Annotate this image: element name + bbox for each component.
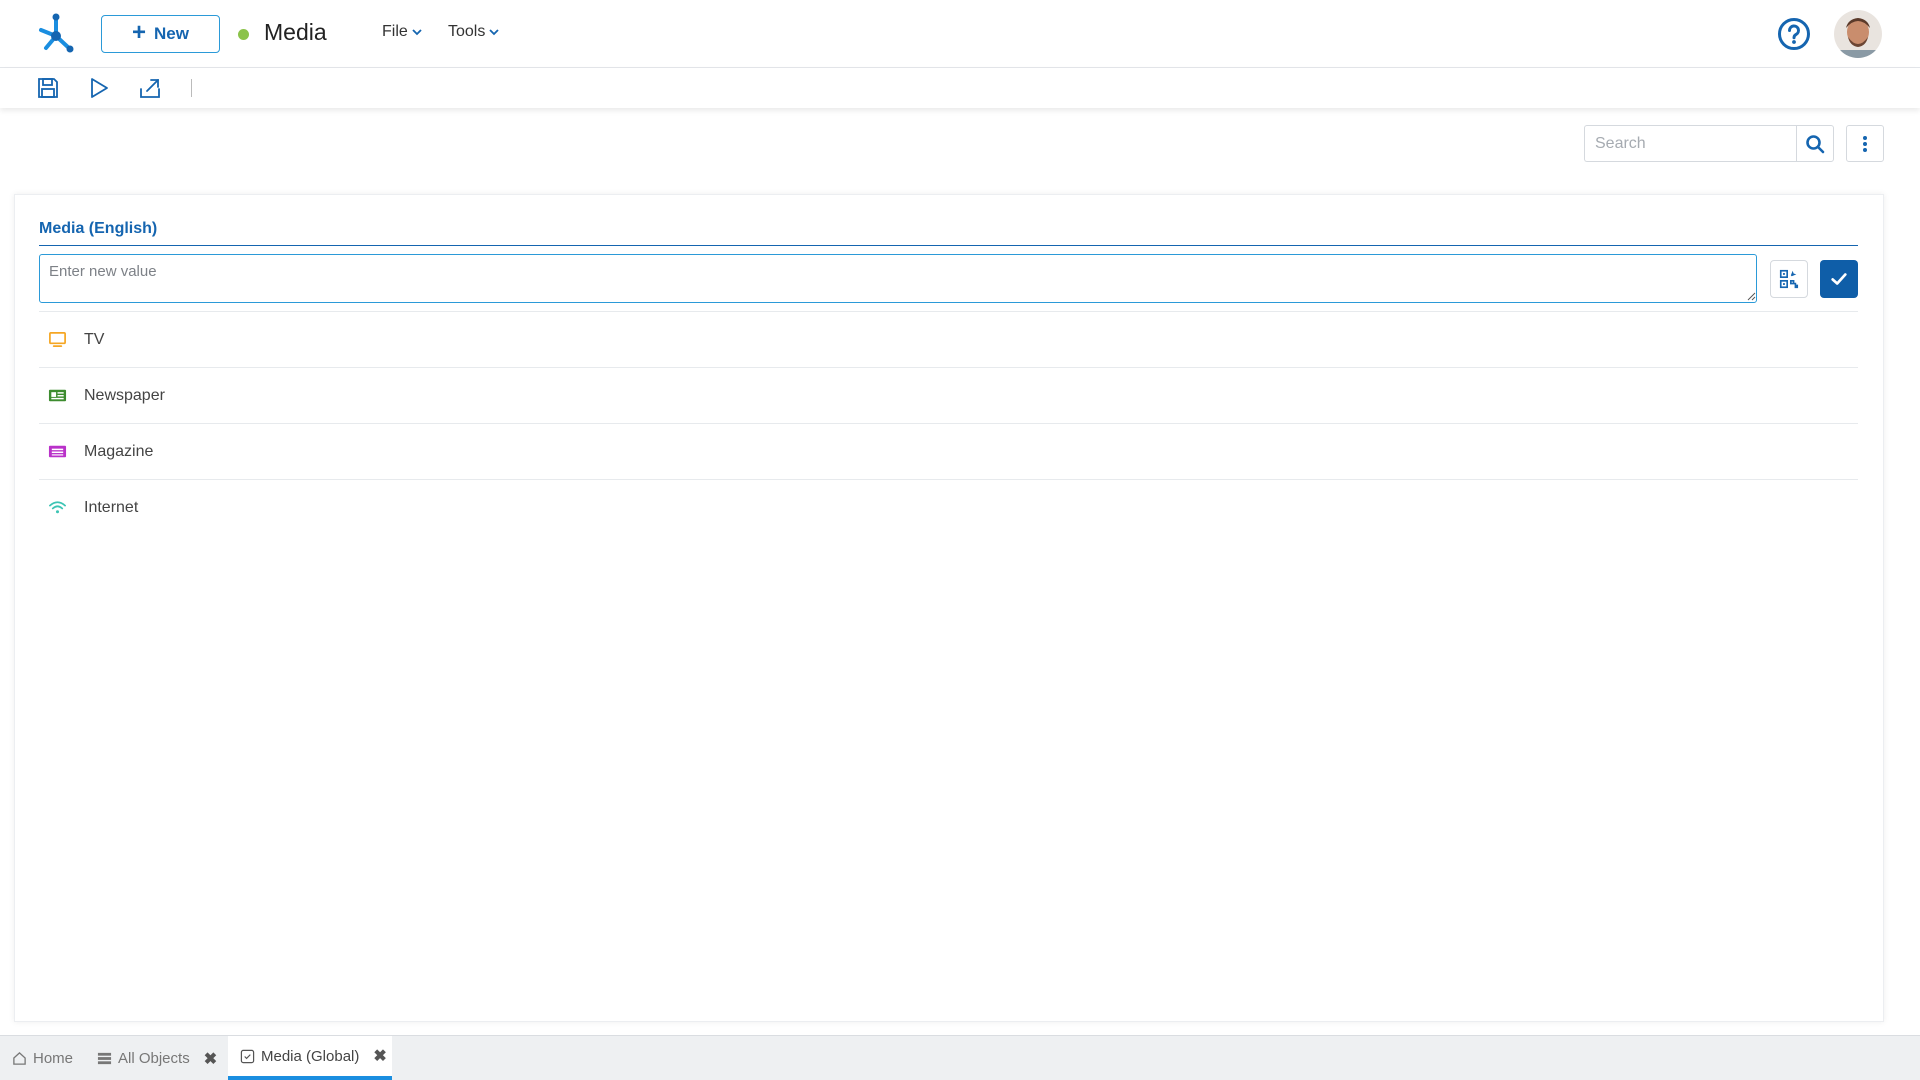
qr-magic-icon	[1779, 269, 1799, 289]
close-icon[interactable]: ✖	[373, 1046, 386, 1066]
chevron-down-icon	[412, 29, 422, 36]
search-icon	[1806, 134, 1825, 153]
app-logo-icon[interactable]	[36, 12, 76, 54]
ai-suggest-button[interactable]	[1770, 260, 1808, 298]
bottom-tab-bar: Home All Objects ✖ Media (Global) ✖	[0, 1035, 1920, 1080]
plus-icon: +	[132, 19, 147, 46]
more-options-button[interactable]	[1846, 125, 1884, 162]
wifi-icon	[47, 498, 67, 518]
list-item-label: Internet	[84, 498, 139, 516]
search-input[interactable]	[1584, 125, 1796, 162]
confirm-button[interactable]	[1820, 260, 1858, 298]
new-button-label: New	[154, 24, 189, 43]
list-item-label: Magazine	[84, 442, 154, 460]
save-icon[interactable]	[36, 76, 60, 100]
new-button[interactable]: + New	[101, 15, 220, 53]
export-icon[interactable]	[138, 76, 162, 100]
resize-handle-icon[interactable]	[1746, 291, 1756, 301]
kebab-menu-icon	[1863, 135, 1867, 152]
toolbar-divider	[191, 79, 192, 97]
tab-home[interactable]: Home	[12, 1036, 73, 1080]
tab-all-objects[interactable]: All Objects ✖	[97, 1036, 217, 1080]
list-item-internet[interactable]: Internet	[39, 479, 1858, 535]
action-toolbar	[0, 68, 1920, 108]
section-divider	[39, 245, 1858, 246]
user-avatar[interactable]	[1834, 10, 1882, 58]
list-item-label: Newspaper	[84, 386, 165, 404]
page-title: Media	[264, 19, 327, 45]
media-list: TV Newspaper Magazine Internet	[39, 311, 1858, 535]
top-header: + New Media File Tools	[0, 0, 1920, 68]
checkbox-icon	[240, 1049, 255, 1063]
question-circle-icon[interactable]	[1777, 17, 1811, 51]
tab-label: Media (Global)	[261, 1047, 360, 1065]
table-icon	[97, 1052, 112, 1065]
file-menu-label: File	[382, 23, 408, 40]
tv-icon	[47, 330, 67, 350]
chevron-down-icon	[489, 29, 499, 36]
tools-menu[interactable]: Tools	[448, 23, 500, 41]
magazine-icon	[47, 442, 67, 462]
tab-media-global[interactable]: Media (Global) ✖	[228, 1036, 392, 1080]
close-icon[interactable]: ✖	[204, 1049, 217, 1069]
home-icon	[13, 1051, 26, 1065]
check-icon	[1831, 273, 1847, 285]
file-menu[interactable]: File	[382, 23, 423, 41]
tools-menu-label: Tools	[448, 23, 486, 40]
section-title: Media (English)	[39, 220, 158, 237]
list-item-label: TV	[84, 330, 105, 348]
list-item-magazine[interactable]: Magazine	[39, 423, 1858, 479]
list-item-newspaper[interactable]: Newspaper	[39, 367, 1858, 423]
tab-label: Home	[33, 1050, 74, 1067]
status-indicator	[238, 29, 249, 40]
list-item-tv[interactable]: TV	[39, 311, 1858, 367]
run-icon[interactable]	[87, 76, 111, 100]
tab-label: All Objects	[118, 1050, 190, 1067]
new-value-input[interactable]	[39, 254, 1757, 303]
newspaper-icon	[47, 386, 67, 406]
search-button[interactable]	[1796, 125, 1834, 162]
